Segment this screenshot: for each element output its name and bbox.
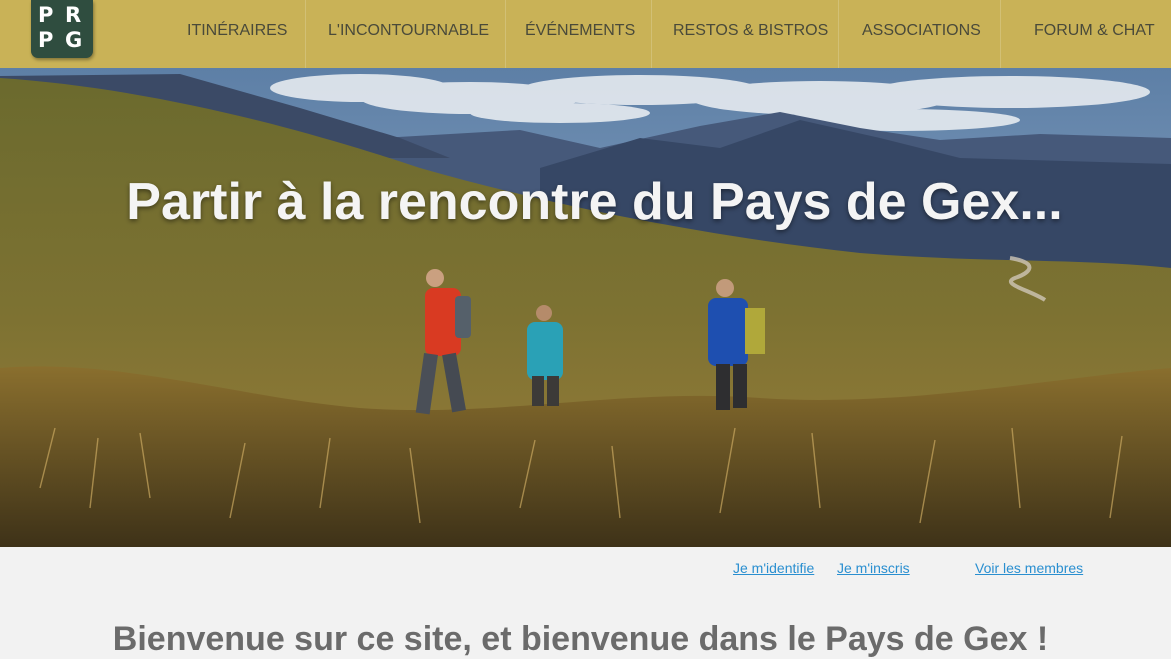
hero-banner: Partir à la rencontre du Pays de Gex...	[0, 68, 1171, 547]
top-navigation-bar: P R P G ITINÉRAIRES L'INCONTOURNABLE ÉVÉ…	[0, 0, 1171, 68]
login-link[interactable]: Je m'identifie	[733, 560, 814, 576]
nav-item-incontournable[interactable]: L'INCONTOURNABLE	[328, 22, 489, 40]
nav-item-itineraires[interactable]: ITINÉRAIRES	[187, 22, 287, 40]
nav-divider	[838, 0, 839, 68]
nav-divider	[1000, 0, 1001, 68]
nav-divider	[505, 0, 506, 68]
hero-title: Partir à la rencontre du Pays de Gex...	[126, 173, 1063, 231]
logo-letter: R	[65, 3, 82, 27]
nav-divider	[305, 0, 306, 68]
logo-letter: G	[65, 28, 83, 52]
members-link[interactable]: Voir les membres	[975, 560, 1083, 576]
nav-item-restos-bistros[interactable]: RESTOS & BISTROS	[673, 22, 828, 40]
logo-letter: P	[38, 3, 54, 27]
hero-landscape-image	[0, 68, 1171, 547]
logo-letter: P	[38, 28, 54, 52]
nav-divider	[651, 0, 652, 68]
site-logo[interactable]: P R P G	[31, 0, 93, 58]
nav-item-forum-chat[interactable]: FORUM & CHAT	[1034, 22, 1155, 40]
register-link[interactable]: Je m'inscris	[837, 560, 910, 576]
welcome-heading: Bienvenue sur ce site, et bienvenue dans…	[112, 620, 1049, 658]
nav-item-associations[interactable]: ASSOCIATIONS	[862, 22, 981, 40]
nav-item-evenements[interactable]: ÉVÉNEMENTS	[525, 22, 635, 40]
